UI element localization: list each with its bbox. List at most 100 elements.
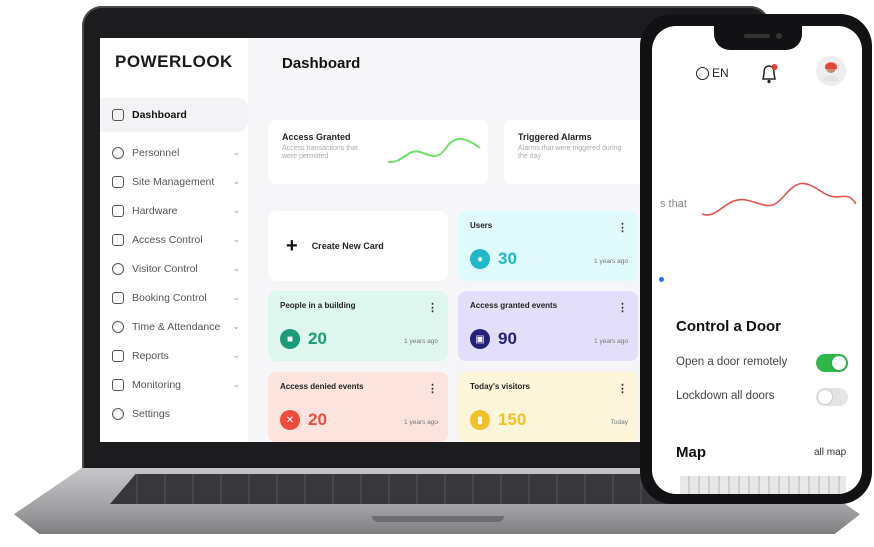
chevron-down-icon: ⌄: [232, 350, 240, 360]
map-preview[interactable]: [680, 476, 846, 494]
sidebar-item-label: Dashboard: [132, 109, 187, 121]
all-map-link[interactable]: all map: [814, 447, 846, 458]
sidebar-item-access-control[interactable]: Access Control ⌄: [110, 225, 248, 254]
toggle-knob: [832, 356, 846, 370]
card-value: 150: [498, 410, 527, 429]
card-title: People in a building: [280, 301, 356, 310]
chevron-down-icon: ⌄: [232, 205, 240, 215]
control-label: Lockdown all doors: [676, 390, 775, 402]
card-value: 90: [498, 329, 517, 348]
card-value: 30: [498, 249, 517, 268]
gear-icon: [112, 407, 124, 420]
chevron-down-icon: ⌄: [232, 292, 240, 302]
stat-card-todays-visitors[interactable]: Today's visitors ⋮ ▮ 150 Today: [458, 372, 638, 442]
card-value-group: ■ 20: [280, 329, 327, 349]
sidebar-item-label: Visitor Control: [132, 262, 198, 275]
card-timestamp: 1 years ago: [594, 258, 628, 265]
camera-icon: [776, 33, 782, 39]
sidebar-item-label: Personnel: [132, 146, 180, 159]
avatar[interactable]: [816, 56, 846, 86]
create-card-label: Create New Card: [311, 241, 384, 251]
sidebar-item-label: Monitoring: [132, 378, 182, 391]
more-icon[interactable]: ⋮: [427, 301, 438, 314]
people-icon: [112, 146, 124, 159]
sidebar-item-label: Site Management: [132, 175, 215, 188]
more-icon[interactable]: ⋮: [427, 382, 438, 395]
sidebar-item-label: Reports: [132, 349, 169, 362]
report-icon: [112, 349, 124, 362]
card-title: Users: [470, 221, 493, 230]
plus-icon: +: [286, 235, 298, 257]
panel-subtitle: Alarms that were triggered during the da…: [518, 145, 622, 161]
sidebar-item-reports[interactable]: Reports ⌄: [110, 341, 248, 370]
globe-icon: [696, 66, 709, 80]
phone-screen: EN s that Control a Door Open a door rem…: [652, 26, 862, 494]
stat-card-access-granted-events[interactable]: Access granted events ⋮ ▣ 90 1 years ago: [458, 291, 638, 361]
sidebar-item-dashboard[interactable]: Dashboard: [100, 98, 248, 132]
denied-icon: ✕: [280, 410, 300, 430]
access-granted-panel: Access Granted Access transactions that …: [268, 120, 488, 184]
language-selector[interactable]: EN: [696, 66, 729, 80]
chevron-down-icon: ⌄: [232, 263, 240, 273]
chevron-down-icon: ⌄: [232, 379, 240, 389]
sidebar-item-label: Settings: [132, 407, 170, 420]
alarms-sparkline: [701, 182, 857, 216]
phone-notch: [714, 26, 802, 50]
sidebar-item-visitor-control[interactable]: Visitor Control ⌄: [110, 254, 248, 283]
sidebar-item-label: Hardware: [132, 204, 178, 217]
stat-card-people-in-building[interactable]: People in a building ⋮ ■ 20 1 years ago: [268, 291, 448, 361]
more-icon[interactable]: ⋮: [617, 301, 628, 314]
hardware-icon: [112, 204, 124, 217]
clock-icon: [112, 320, 124, 333]
sidebar-nav: Dashboard Personnel ⌄ Site Management ⌄ …: [100, 98, 248, 428]
chevron-down-icon: ⌄: [232, 321, 240, 331]
sidebar-item-booking-control[interactable]: Booking Control ⌄: [110, 283, 248, 312]
grid-icon: [112, 109, 124, 121]
panel-subtitle: Access transactions that were permitted: [282, 145, 358, 161]
keypad-icon: [112, 233, 124, 246]
sidebar-item-time-attendance[interactable]: Time & Attendance ⌄: [110, 312, 248, 341]
chevron-down-icon: ⌄: [232, 147, 240, 157]
sidebar-item-settings[interactable]: Settings: [110, 399, 248, 428]
sidebar: POWERLOOK Dashboard Personnel ⌄ Site Man…: [100, 38, 248, 442]
card-title: Access granted events: [470, 301, 558, 310]
card-timestamp: 1 years ago: [404, 419, 438, 426]
access-granted-sparkline: [387, 138, 481, 164]
stat-card-users[interactable]: Users ⋮ ● 30 1 years ago: [458, 211, 638, 281]
open-door-toggle[interactable]: [816, 354, 848, 372]
lockdown-toggle[interactable]: [816, 388, 848, 406]
card-value-group: ✕ 20: [280, 410, 327, 430]
toggle-knob: [818, 390, 832, 404]
lock-icon: ▣: [470, 329, 490, 349]
control-door-title: Control a Door: [676, 318, 781, 335]
card-timestamp: 1 years ago: [594, 338, 628, 345]
speaker-icon: [744, 34, 770, 38]
device-mockup: POWERLOOK Dashboard Personnel ⌄ Site Man…: [0, 0, 874, 547]
sidebar-item-label: Access Control: [132, 233, 203, 246]
sidebar-item-personnel[interactable]: Personnel ⌄: [110, 138, 248, 167]
sidebar-item-hardware[interactable]: Hardware ⌄: [110, 196, 248, 225]
control-label: Open a door remotely: [676, 356, 788, 368]
visitor-icon: [112, 262, 124, 275]
card-value-group: ▮ 150: [470, 410, 526, 430]
more-icon[interactable]: ⋮: [617, 382, 628, 395]
sitemap-icon: [112, 175, 124, 188]
sidebar-item-monitoring[interactable]: Monitoring ⌄: [110, 370, 248, 399]
page-title: Dashboard: [282, 55, 361, 72]
monitor-icon: [112, 378, 124, 391]
map-title: Map: [676, 444, 706, 461]
more-icon[interactable]: ⋮: [617, 221, 628, 234]
main-content: Dashboard Access Granted Access transact…: [248, 38, 645, 442]
card-title: Access denied events: [280, 382, 364, 391]
chevron-down-icon: ⌄: [232, 176, 240, 186]
sidebar-item-site-management[interactable]: Site Management ⌄: [110, 167, 248, 196]
status-dot: [659, 277, 664, 282]
laptop-lip: [372, 516, 504, 522]
stat-card-access-denied-events[interactable]: Access denied events ⋮ ✕ 20 1 years ago: [268, 372, 448, 442]
booking-icon: [112, 291, 124, 304]
triggered-alarms-panel: Triggered Alarms Alarms that were trigge…: [504, 120, 645, 184]
app-logo: POWERLOOK: [115, 52, 233, 71]
users-icon: ●: [470, 249, 490, 269]
bell-icon[interactable]: [760, 64, 778, 84]
create-card-button[interactable]: + Create New Card: [268, 211, 448, 281]
